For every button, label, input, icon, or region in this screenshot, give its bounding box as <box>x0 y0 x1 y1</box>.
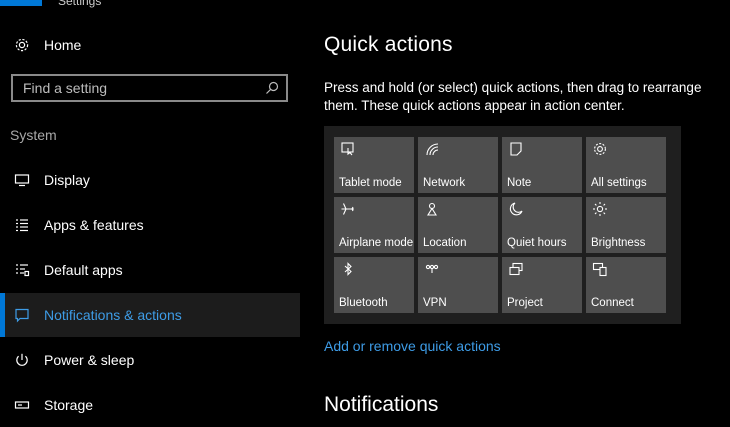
sidebar-item-label: Home <box>44 37 82 53</box>
description-text: Press and hold (or select) quick actions… <box>324 80 702 113</box>
brightness-icon <box>592 201 608 217</box>
sidebar-item-storage[interactable]: Storage <box>0 383 300 427</box>
moon-icon <box>508 201 524 217</box>
tile-label: Project <box>507 297 543 309</box>
sidebar-item-home[interactable]: Home <box>0 23 300 67</box>
sidebar-item-apps-features[interactable]: Apps & features <box>0 203 300 247</box>
bluetooth-icon <box>340 261 356 277</box>
tile-location[interactable]: Location <box>418 197 498 253</box>
notifications-heading: Notifications <box>324 393 439 416</box>
default-apps-icon <box>13 261 31 279</box>
sidebar-item-label: Apps & features <box>44 217 144 233</box>
tile-project[interactable]: Project <box>502 257 582 313</box>
tile-label: Tablet mode <box>339 177 402 189</box>
tile-network[interactable]: Network <box>418 137 498 193</box>
monitor-icon <box>13 171 31 189</box>
connect-icon <box>592 261 608 277</box>
tile-tablet-mode[interactable]: Tablet mode <box>334 137 414 193</box>
sidebar-item-label: Default apps <box>44 262 123 278</box>
notification-icon <box>13 306 31 324</box>
tile-bluetooth[interactable]: Bluetooth <box>334 257 414 313</box>
sidebar-item-power-sleep[interactable]: Power & sleep <box>0 338 300 382</box>
tile-airplane-mode[interactable]: Airplane mode <box>334 197 414 253</box>
network-icon <box>424 141 440 157</box>
search-icon[interactable] <box>264 80 280 96</box>
sidebar-item-default-apps[interactable]: Default apps <box>0 248 300 292</box>
search-placeholder: Find a setting <box>23 80 108 96</box>
tile-quiet-hours[interactable]: Quiet hours <box>502 197 582 253</box>
gear-icon <box>592 141 608 157</box>
sidebar-item-display[interactable]: Display <box>0 158 300 202</box>
airplane-icon <box>340 201 356 217</box>
tile-label: VPN <box>423 297 447 309</box>
vpn-icon <box>424 261 440 277</box>
sidebar-item-notifications-actions[interactable]: Notifications & actions <box>0 293 300 337</box>
active-indicator <box>0 293 5 337</box>
tile-label: Quiet hours <box>507 237 567 249</box>
project-icon <box>508 261 524 277</box>
sidebar-item-label: Storage <box>44 397 94 413</box>
sidebar-item-label: Display <box>44 172 90 188</box>
note-icon <box>508 141 524 157</box>
tablet-mode-icon <box>340 141 356 157</box>
section-label: System <box>10 127 57 143</box>
search-input[interactable]: Find a setting <box>11 74 288 102</box>
tile-note[interactable]: Note <box>502 137 582 193</box>
tile-label: Connect <box>591 297 634 309</box>
gear-icon <box>13 36 31 54</box>
tile-label: Bluetooth <box>339 297 388 309</box>
storage-icon <box>13 396 31 414</box>
tile-label: Location <box>423 237 467 249</box>
sidebar-item-label: Power & sleep <box>44 352 135 368</box>
location-icon <box>424 201 440 217</box>
sidebar: Home Find a setting System Display Apps … <box>0 0 300 413</box>
sidebar-item-label: Notifications & actions <box>44 307 182 323</box>
quick-actions-panel: Tablet mode Network Note All settings Ai… <box>324 126 681 324</box>
tile-label: All settings <box>591 177 647 189</box>
tile-label: Brightness <box>591 237 646 249</box>
page-title: Quick actions <box>324 33 453 56</box>
add-remove-quick-actions-link[interactable]: Add or remove quick actions <box>324 338 501 354</box>
power-icon <box>13 351 31 369</box>
list-icon <box>13 216 31 234</box>
tile-label: Airplane mode <box>339 237 414 249</box>
tile-label: Note <box>507 177 532 189</box>
tile-all-settings[interactable]: All settings <box>586 137 666 193</box>
tile-brightness[interactable]: Brightness <box>586 197 666 253</box>
tile-vpn[interactable]: VPN <box>418 257 498 313</box>
tile-label: Network <box>423 177 466 189</box>
tile-connect[interactable]: Connect <box>586 257 666 313</box>
